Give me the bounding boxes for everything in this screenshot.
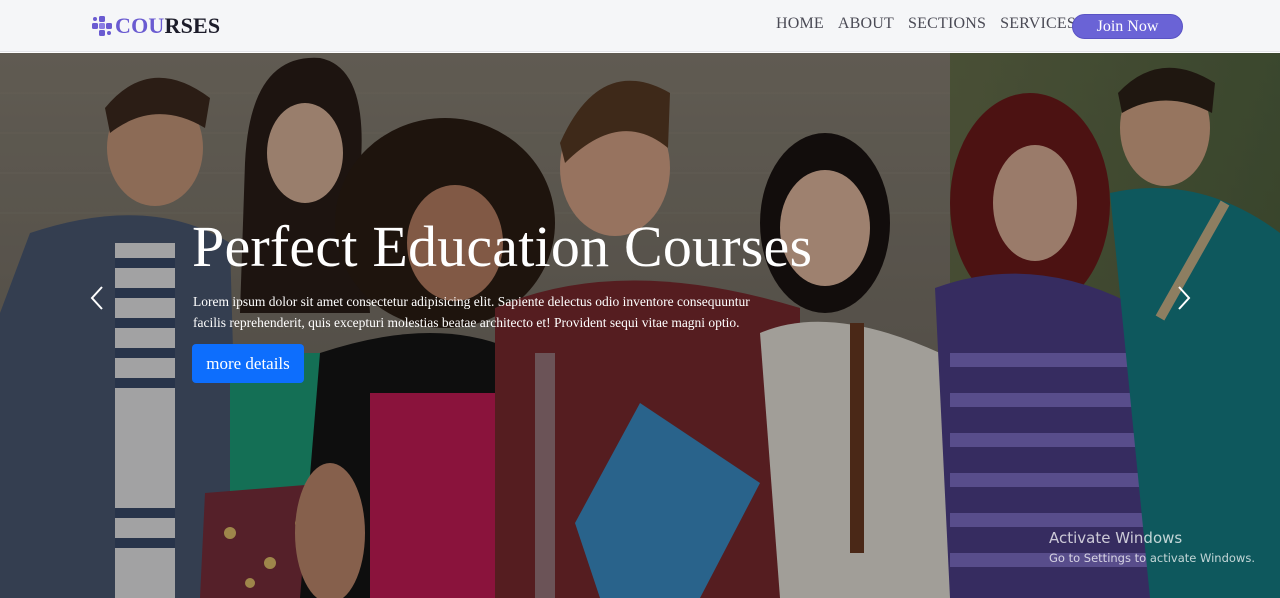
brand-logo[interactable]: COU RSES — [91, 13, 220, 39]
activate-windows-watermark: Activate Windows Go to Settings to activ… — [1049, 529, 1255, 565]
carousel-prev-button[interactable] — [87, 283, 107, 313]
nav-links: HOME ABOUT SECTIONS SERVICES — [776, 15, 1076, 33]
brand-rest-text: RSES — [164, 13, 221, 38]
nav-about[interactable]: ABOUT — [838, 15, 894, 33]
puzzle-logo-icon — [91, 15, 113, 37]
watermark-line2: Go to Settings to activate Windows. — [1049, 551, 1255, 565]
hero-description: Lorem ipsum dolor sit amet consectetur a… — [193, 294, 750, 330]
nav-sections[interactable]: SECTIONS — [908, 15, 986, 33]
hero-carousel: Perfect Education Courses Lorem ipsum do… — [0, 53, 1280, 598]
carousel-next-button[interactable] — [1174, 283, 1194, 313]
hero-title: Perfect Education Courses — [192, 214, 813, 279]
watermark-line1: Activate Windows — [1049, 529, 1183, 547]
navbar: COU RSES HOME ABOUT SECTIONS SERVICES Joi… — [0, 0, 1280, 52]
brand-accent-text: COU — [115, 13, 165, 38]
chevron-right-icon — [1178, 286, 1191, 310]
chevron-left-icon — [90, 286, 103, 310]
nav-home[interactable]: HOME — [776, 15, 824, 33]
nav-services[interactable]: SERVICES — [1000, 15, 1076, 33]
join-now-button[interactable]: Join Now — [1072, 14, 1183, 39]
more-details-button[interactable]: more details — [192, 344, 304, 383]
